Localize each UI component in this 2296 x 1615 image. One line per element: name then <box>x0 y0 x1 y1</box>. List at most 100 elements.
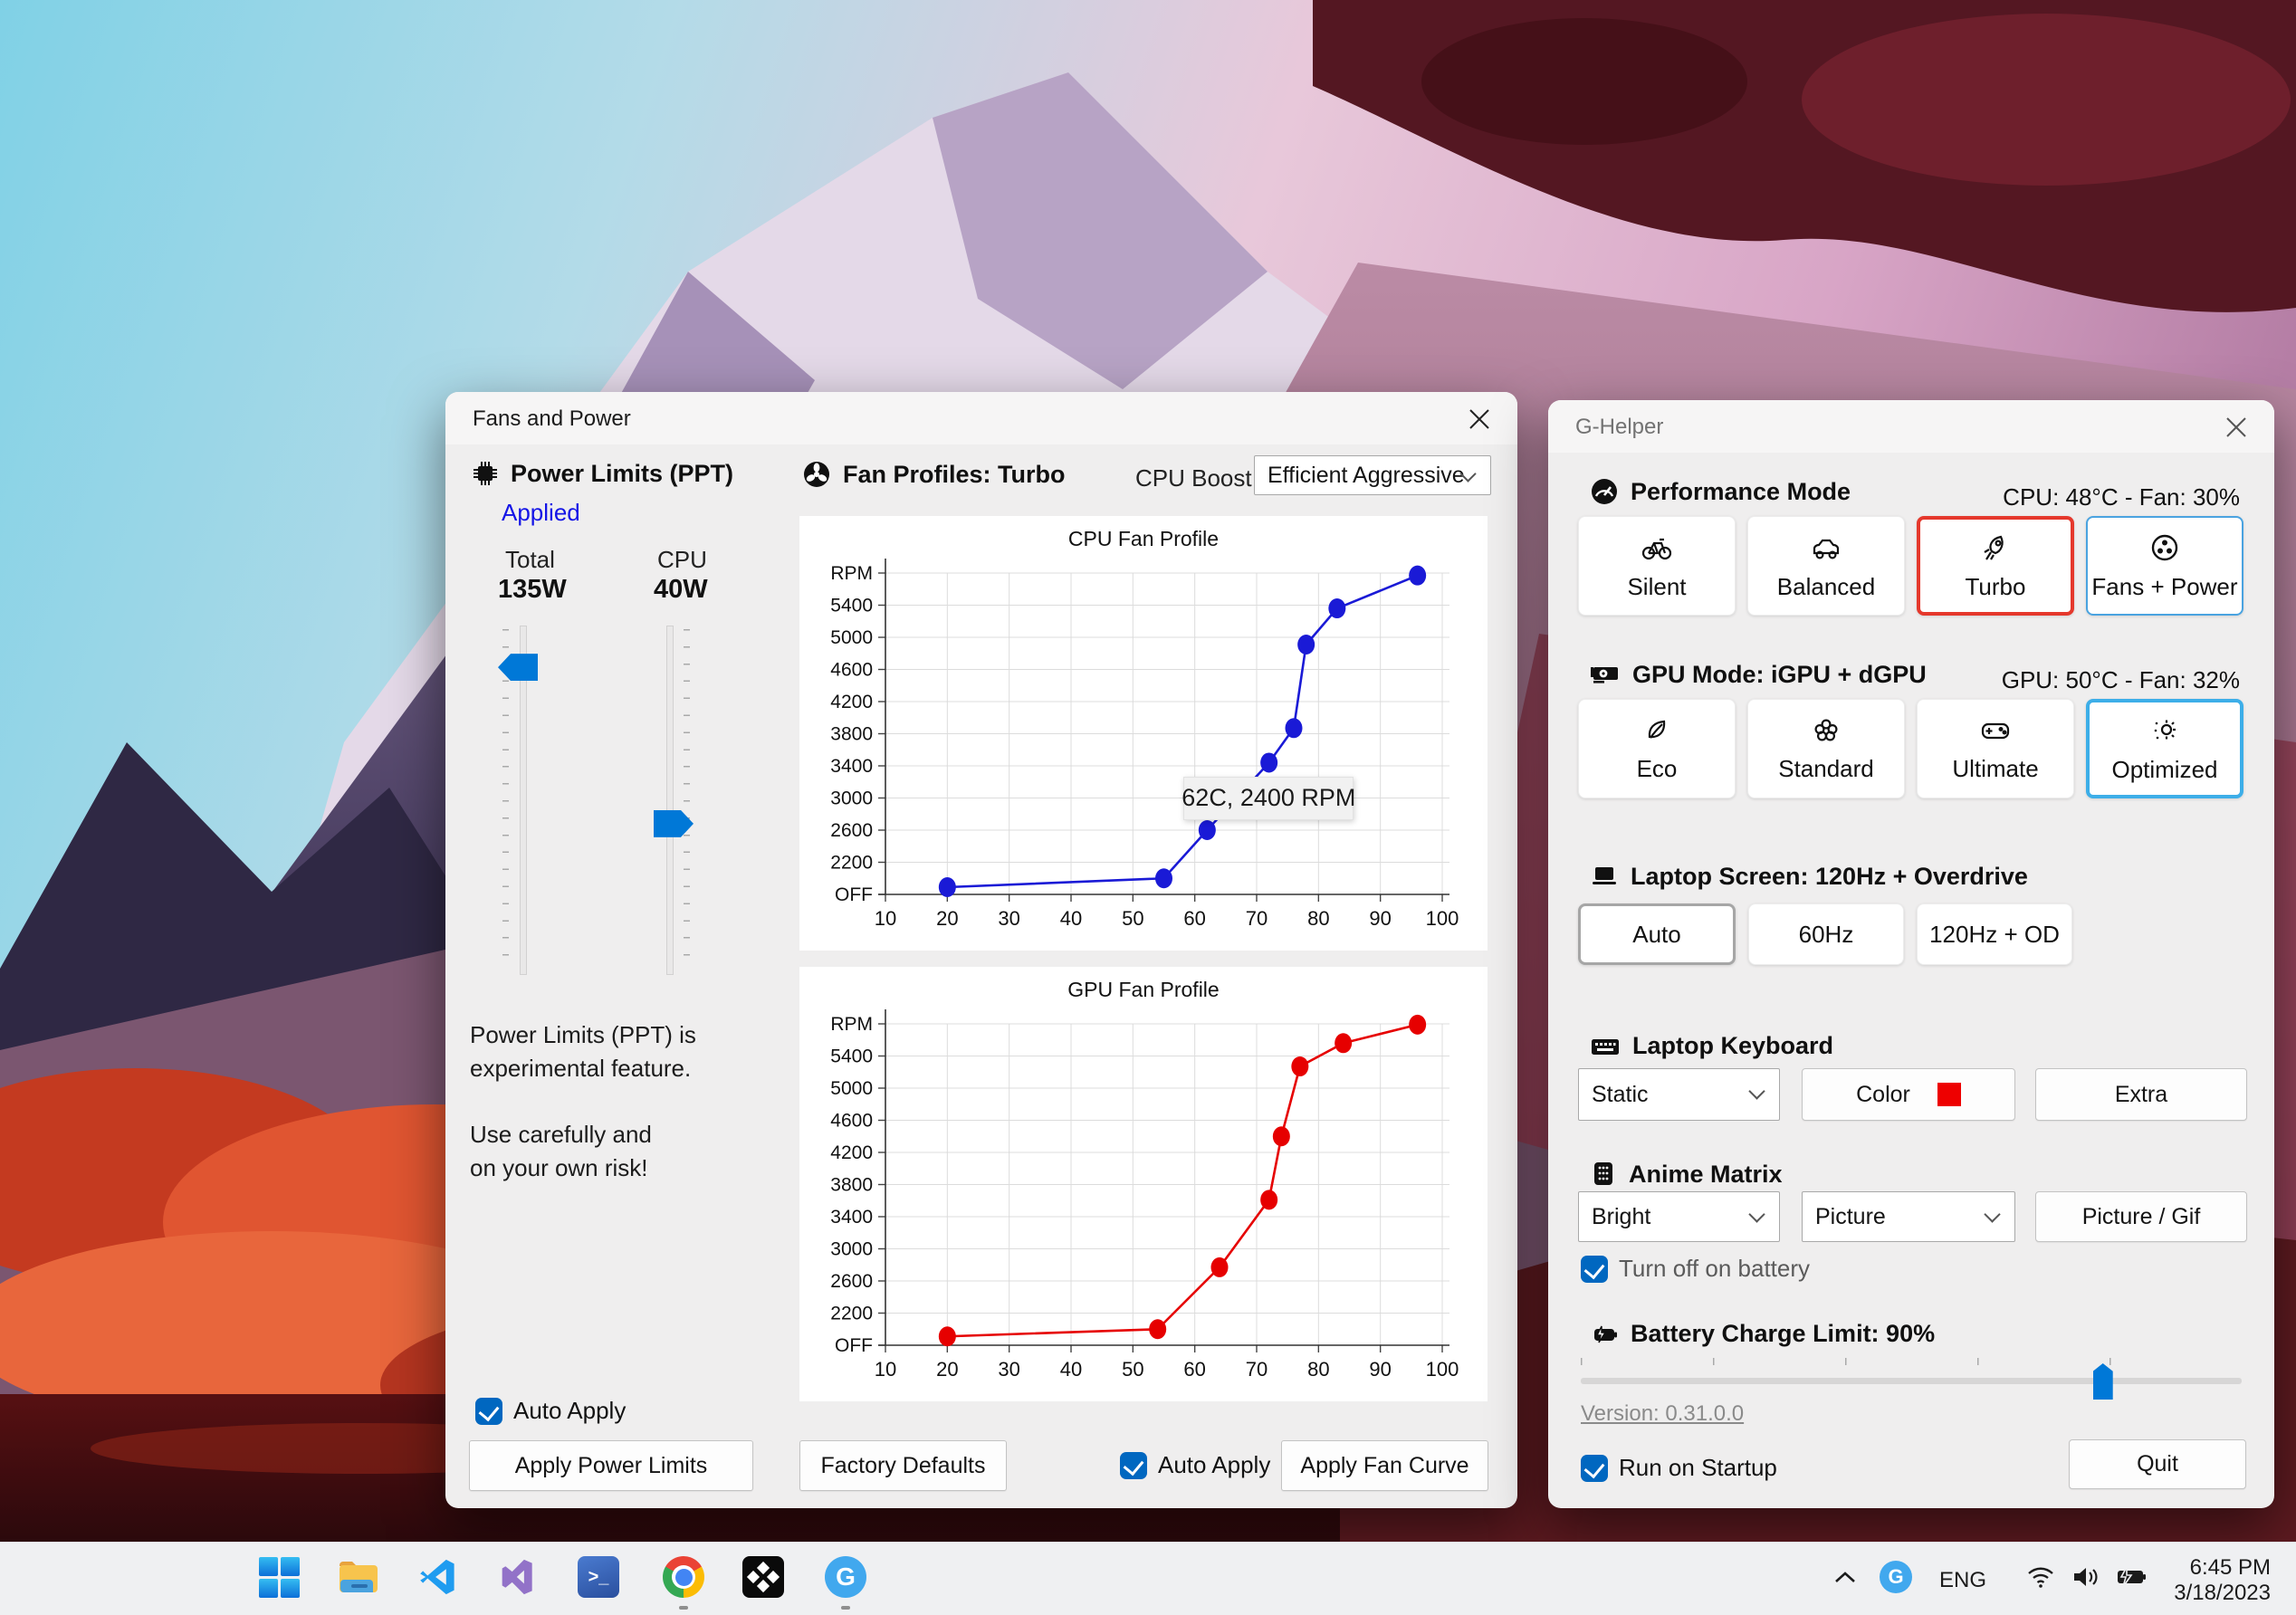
chrome-icon <box>663 1556 704 1598</box>
svg-text:3400: 3400 <box>830 756 873 777</box>
windows-logo-icon <box>258 1556 300 1598</box>
eco-mode-button[interactable]: Eco <box>1578 699 1736 798</box>
svg-text:50: 50 <box>1122 907 1143 930</box>
keyboard-color-button[interactable]: Color <box>1802 1068 2015 1121</box>
chrome-button[interactable] <box>660 1553 707 1601</box>
tray-wifi-icon[interactable] <box>2017 1553 2064 1601</box>
powershell-button[interactable]: >_ <box>575 1553 622 1601</box>
checkbox-checked-icon[interactable] <box>1581 1454 1608 1482</box>
balanced-mode-button[interactable]: Balanced <box>1747 516 1905 616</box>
svg-text:3400: 3400 <box>830 1207 873 1228</box>
gpu-mode-buttons: Eco Standard Ultimate Optimized <box>1578 699 2244 798</box>
screen-60hz-button[interactable]: 60Hz <box>1748 903 1904 965</box>
auto-apply-fan-checkbox[interactable]: Auto Apply <box>1120 1451 1270 1479</box>
cpu-fan-curve-plot[interactable]: OFF 2200 2600 3000 3400 3800 4200 4600 5000 5400 R… <box>799 516 1488 951</box>
performance-mode-heading: Performance Mode <box>1589 476 1851 507</box>
svg-text:90: 90 <box>1369 1358 1391 1381</box>
run-on-startup-checkbox[interactable]: Run on Startup <box>1581 1454 1777 1482</box>
flower-icon <box>1814 718 1838 741</box>
total-power-slider-ticks <box>502 629 509 971</box>
power-limits-applied-status: Applied <box>502 499 580 526</box>
fans-window-title: Fans and Power <box>473 406 631 431</box>
keyboard-extra-button[interactable]: Extra <box>2035 1068 2247 1121</box>
svg-text:40: 40 <box>1060 1358 1082 1381</box>
chevron-up-icon <box>1835 1572 1855 1582</box>
folder-icon <box>340 1562 378 1592</box>
version-link[interactable]: Version: 0.31.0.0 <box>1581 1401 1744 1427</box>
tray-date: 3/18/2023 <box>2174 1580 2271 1605</box>
ghelper-taskbar-button[interactable]: G <box>822 1553 869 1601</box>
chevron-down-icon <box>1748 1205 1765 1223</box>
cpu-fan-chart-panel: CPU Fan Profile OFF 2200 2600 3000 3400 3800 4… <box>799 516 1488 951</box>
leaf-icon <box>1648 720 1666 739</box>
anime-turn-off-battery-checkbox[interactable]: Turn off on battery <box>1581 1255 1810 1283</box>
fans-window-close-button[interactable] <box>1463 403 1496 435</box>
cpu-power-slider-track[interactable] <box>666 626 674 975</box>
anime-picture-gif-button[interactable]: Picture / Gif <box>2035 1191 2247 1242</box>
visual-studio-button[interactable] <box>495 1553 542 1601</box>
tidal-icon <box>742 1556 784 1598</box>
apply-power-limits-button[interactable]: Apply Power Limits <box>469 1440 753 1491</box>
svg-text:30: 30 <box>998 1358 1019 1381</box>
anime-brightness-dropdown[interactable]: Bright <box>1578 1191 1780 1242</box>
svg-text:80: 80 <box>1307 1358 1329 1381</box>
optimized-mode-button[interactable]: Optimized <box>2086 699 2243 798</box>
bicycle-icon <box>1641 538 1672 559</box>
gpu-mode-heading: GPU Mode: iGPU + dGPU <box>1589 659 1927 690</box>
battery-slider-handle[interactable] <box>2092 1363 2113 1400</box>
silent-mode-button[interactable]: Silent <box>1578 516 1736 616</box>
gpu-fan-curve-plot[interactable]: OFF 2200 2600 3000 3400 3800 4200 4600 5000 5400 R… <box>799 967 1488 1401</box>
cpu-temp-fan-status: CPU: 48°C - Fan: 30% <box>2003 483 2240 511</box>
svg-text:3800: 3800 <box>830 724 873 745</box>
anime-content-dropdown[interactable]: Picture <box>1802 1191 2015 1242</box>
svg-text:100: 100 <box>1426 1358 1459 1381</box>
power-limits-warning-text: Power Limits (PPT) is experimental featu… <box>470 1021 696 1181</box>
standard-mode-button[interactable]: Standard <box>1747 699 1905 798</box>
ultimate-mode-button[interactable]: Ultimate <box>1917 699 2074 798</box>
svg-text:40: 40 <box>1060 907 1082 930</box>
ghelper-icon: G <box>825 1556 866 1598</box>
svg-text:RPM: RPM <box>830 563 873 584</box>
svg-text:3000: 3000 <box>830 1239 873 1260</box>
tray-battery-icon[interactable] <box>2108 1553 2155 1601</box>
tray-clock[interactable]: 6:45 PM 3/18/2023 <box>2174 1555 2271 1605</box>
rocket-icon <box>1984 535 2004 560</box>
ghelper-close-button[interactable] <box>2220 411 2253 444</box>
fans-power-button[interactable]: Fans + Power <box>2086 516 2243 616</box>
svg-text:4200: 4200 <box>830 1142 873 1163</box>
cpu-chip-icon <box>474 462 497 485</box>
tidal-button[interactable] <box>740 1553 787 1601</box>
keyboard-icon <box>1592 1038 1619 1055</box>
battery-bolt-icon <box>1594 1325 1617 1343</box>
battery-slider-track[interactable] <box>1581 1378 2242 1384</box>
factory-defaults-button[interactable]: Factory Defaults <box>799 1440 1007 1491</box>
svg-text:100: 100 <box>1426 907 1459 930</box>
svg-text:3000: 3000 <box>830 788 873 809</box>
svg-text:5400: 5400 <box>830 1046 873 1067</box>
svg-text:5000: 5000 <box>830 627 873 648</box>
turbo-mode-button[interactable]: Turbo <box>1917 516 2074 616</box>
total-power-value: 135W <box>498 575 567 604</box>
screen-120hz-od-button[interactable]: 120Hz + OD <box>1917 903 2072 965</box>
checkbox-checked-icon[interactable] <box>1581 1255 1608 1283</box>
auto-apply-power-checkbox[interactable]: Auto Apply <box>475 1397 626 1425</box>
start-button[interactable] <box>255 1553 302 1601</box>
cpu-boost-label: CPU Boost <box>1135 464 1252 492</box>
checkbox-checked-icon[interactable] <box>475 1397 502 1425</box>
fan-point-tooltip: 62C, 2400 RPM <box>1181 776 1355 820</box>
tray-chevron-up[interactable] <box>1822 1553 1869 1601</box>
tray-volume-icon[interactable] <box>2062 1553 2109 1601</box>
keyboard-mode-dropdown[interactable]: Static <box>1578 1068 1780 1121</box>
tray-language-indicator[interactable]: ENG <box>1939 1568 1986 1593</box>
gauge-icon <box>1592 479 1617 504</box>
cpu-boost-dropdown[interactable]: Efficient Aggressive <box>1254 455 1491 495</box>
quit-button[interactable]: Quit <box>2069 1439 2246 1489</box>
tray-ghelper-icon[interactable]: G <box>1872 1553 1919 1601</box>
vscode-button[interactable] <box>415 1553 462 1601</box>
file-explorer-button[interactable] <box>335 1553 382 1601</box>
checkbox-checked-icon[interactable] <box>1120 1451 1147 1479</box>
apply-fan-curve-button[interactable]: Apply Fan Curve <box>1281 1440 1488 1491</box>
screen-auto-button[interactable]: Auto <box>1578 903 1736 965</box>
power-limits-heading: Power Limits (PPT) <box>471 459 733 488</box>
svg-text:2200: 2200 <box>830 853 873 874</box>
